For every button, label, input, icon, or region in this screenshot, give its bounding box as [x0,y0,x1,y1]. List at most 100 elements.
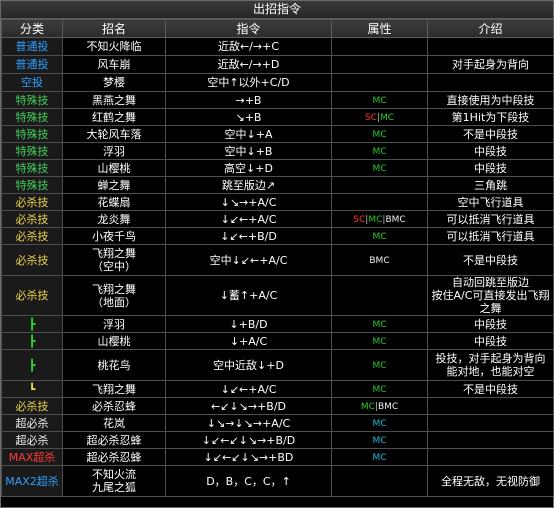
table-row: 空投 梦樱 空中↑以外+C/D [1,73,554,92]
table-row: 普通投 不知火降临 近敌←/→+C [1,37,554,56]
category-cell: 必杀技 [1,244,63,276]
command-cell: ↓↙←↙↓↘→+BD [165,448,332,466]
header-command: 指令 [165,19,332,38]
move-name-cell: 不知火流 九尾之狐 [62,465,166,497]
description-cell [427,448,554,466]
category-cell: 普通投 [1,37,63,56]
attribute-cell: SC|MC [331,108,428,126]
table-row: ┣ 浮羽 ↓+B/D MC 中段技 [1,315,554,333]
attribute-tag: MC [379,112,395,123]
command-cell: 跳至版边↗ [165,176,332,194]
description-cell: 第1Hit为下段技 [427,108,554,126]
category-cell: 必杀技 [1,275,63,316]
command-cell: →+B [165,91,332,109]
command-cell: 近敌←/→+D [165,55,332,74]
move-name-cell: 超必杀忍蜂 [62,448,166,466]
category-cell: 特殊技 [1,108,63,126]
attribute-tag: MC [372,435,387,446]
attribute-tag: MC [372,163,387,174]
description-cell: 中段技 [427,159,554,177]
move-name-cell: 红鹤之舞 [62,108,166,126]
category-cell: ┣ [1,349,63,381]
category-cell: ┗ [1,380,63,398]
table-row: 特殊技 大轮风车落 空中↓+A MC 不是中段技 [1,125,554,143]
command-cell: ↓蓄↑+A/C [165,275,332,316]
attribute-tag: MC [372,452,387,463]
table-row: ┣ 山樱桃 ↓+A/C MC 中段技 [1,332,554,350]
attribute-cell: MC [331,91,428,109]
attribute-cell [331,465,428,497]
command-cell: ←↙↓↘→+B/D [165,397,332,415]
attribute-tag: BMC [377,401,399,412]
description-cell [427,431,554,449]
move-name-cell: 不知火降临 [62,37,166,56]
move-name-cell: 梦樱 [62,73,166,92]
header-attribute: 属性 [331,19,428,38]
attribute-cell: MC [331,227,428,245]
header-move-name: 招名 [62,19,166,38]
table-row: 必杀技 龙炎舞 ↓↙←+A/C SC|MC|BMC 可以抵消飞行道具 [1,210,554,228]
attribute-cell: MC [331,159,428,177]
category-cell: ┣ [1,332,63,350]
attribute-tag: MC [372,319,387,330]
attribute-tag: SC [364,112,377,123]
category-cell: 特殊技 [1,142,63,160]
description-cell [427,414,554,432]
command-cell: ↓↙←+A/C [165,210,332,228]
table-row: 特殊技 黑燕之舞 →+B MC 直接使用为中段技 [1,91,554,109]
attribute-cell [331,275,428,316]
description-cell: 中段技 [427,315,554,333]
attribute-tag: MC [368,214,383,225]
header-category: 分类 [1,19,63,38]
move-name-cell: 超必杀忍蜂 [62,431,166,449]
table-row: 特殊技 蝉之舞 跳至版边↗ 三角跳 [1,176,554,194]
move-name-cell: 飞翔之舞 [62,380,166,398]
move-list-panel: 出招指令 分类 招名 指令 属性 介绍 普通投 不知火降临 近敌←/→+C 普通投 风车… [0,0,554,508]
move-name-cell: 花岚 [62,414,166,432]
attribute-cell [331,73,428,92]
command-cell: ↓↘→↓↘→+A/C [165,414,332,432]
command-cell: ↓+B/D [165,315,332,333]
attribute-tag: MC [372,129,387,140]
move-name-cell: 浮羽 [62,142,166,160]
description-cell: 不是中段技 [427,380,554,398]
attribute-cell [331,37,428,56]
category-cell: MAX2超杀 [1,465,63,497]
category-cell: 超必杀 [1,431,63,449]
move-name-cell: 必杀忍蜂 [62,397,166,415]
description-cell: 全程无敌，无视防御 [427,465,554,497]
attribute-cell [331,176,428,194]
category-cell: 特殊技 [1,159,63,177]
command-cell: ↘+B [165,108,332,126]
category-cell: 必杀技 [1,397,63,415]
attribute-tag: MC [372,360,387,371]
table-row: 特殊技 红鹤之舞 ↘+B SC|MC 第1Hit为下段技 [1,108,554,126]
command-cell: 空中↓↙←+A/C [165,244,332,276]
attribute-cell: MC [331,380,428,398]
table-row: 必杀技 飞翔之舞 （空中） 空中↓↙←+A/C BMC 不是中段技 [1,244,554,276]
description-cell: 直接使用为中段技 [427,91,554,109]
category-cell: 必杀技 [1,227,63,245]
move-name-cell: 龙炎舞 [62,210,166,228]
attribute-tag: MC [372,95,387,106]
attribute-cell [331,55,428,74]
description-cell: 可以抵消飞行道具 [427,210,554,228]
description-cell [427,397,554,415]
command-cell: ↓↙←+A/C [165,380,332,398]
attribute-cell: BMC [331,244,428,276]
category-cell: 超必杀 [1,414,63,432]
table-row: 普通投 风车崩 近敌←/→+D 对手起身为背向 [1,55,554,74]
move-name-cell: 山樱桃 [62,332,166,350]
table-row: 必杀技 飞翔之舞 （地面） ↓蓄↑+A/C 自动回跳至版边 按住A/C可直接发出飞翔之舞 [1,275,554,316]
attribute-tag: BMC [369,255,390,266]
description-cell [427,73,554,92]
move-name-cell: 桃花鸟 [62,349,166,381]
category-cell: ┣ [1,315,63,333]
attribute-cell: MC [331,125,428,143]
attribute-cell: MC|BMC [331,397,428,415]
move-name-cell: 飞翔之舞 （空中） [62,244,166,276]
attribute-tag: MC [372,384,387,395]
description-cell: 中段技 [427,142,554,160]
panel-title: 出招指令 [1,1,553,19]
attribute-cell: MC [331,448,428,466]
